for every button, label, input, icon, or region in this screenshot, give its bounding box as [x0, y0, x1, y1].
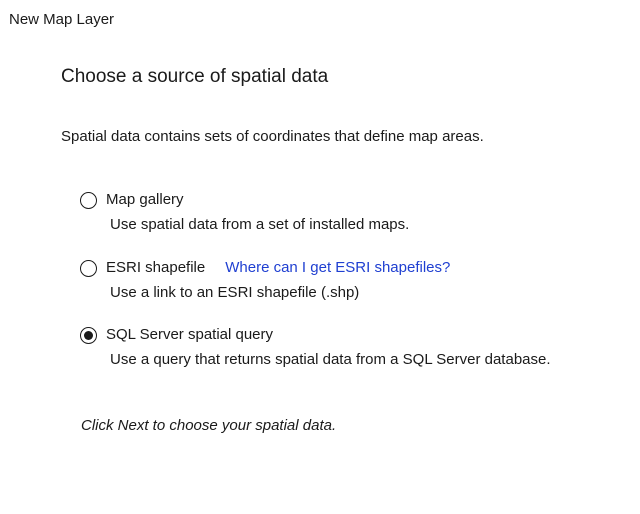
option-label-map-gallery[interactable]: Map gallery [106, 189, 184, 211]
window-title: New Map Layer [9, 11, 115, 28]
radio-map-gallery[interactable] [80, 191, 97, 209]
option-sql-server-spatial-query: SQL Server spatial query Use a query tha… [80, 324, 551, 370]
option-description-map-gallery: Use spatial data from a set of installed… [110, 216, 410, 233]
option-row: Map gallery [80, 189, 409, 211]
esri-shapefiles-help-link[interactable]: Where can I get ESRI shapefiles? [225, 257, 450, 279]
footer-hint: Click Next to choose your spatial data. [81, 417, 337, 434]
page-heading: Choose a source of spatial data [61, 66, 329, 87]
option-map-gallery: Map gallery Use spatial data from a set … [80, 189, 409, 235]
option-label-esri-shapefile[interactable]: ESRI shapefile [106, 257, 205, 279]
page-description: Spatial data contains sets of coordinate… [61, 128, 484, 145]
option-row: SQL Server spatial query [80, 324, 551, 346]
radio-sql-server-spatial-query[interactable] [80, 326, 97, 344]
option-row: ESRI shapefile Where can I get ESRI shap… [80, 257, 450, 279]
option-description-esri-shapefile: Use a link to an ESRI shapefile (.shp) [110, 284, 360, 301]
option-esri-shapefile: ESRI shapefile Where can I get ESRI shap… [80, 257, 450, 303]
radio-esri-shapefile[interactable] [80, 259, 97, 277]
option-label-sql-server-spatial-query[interactable]: SQL Server spatial query [106, 324, 273, 346]
option-description-sql-server-spatial-query: Use a query that returns spatial data fr… [110, 351, 551, 368]
